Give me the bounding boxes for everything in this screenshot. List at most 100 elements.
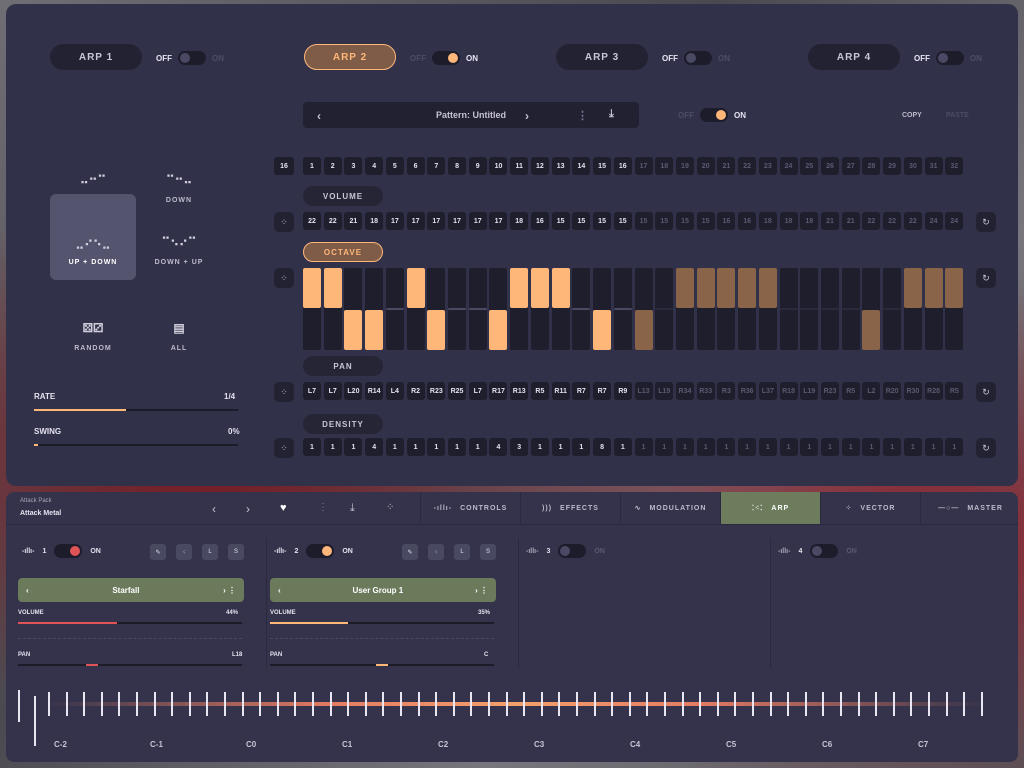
pan-step[interactable]: R13 bbox=[510, 382, 529, 400]
rate-slider[interactable] bbox=[34, 409, 238, 411]
arp-switch[interactable] bbox=[936, 51, 964, 65]
key[interactable] bbox=[382, 692, 385, 716]
key[interactable] bbox=[628, 692, 631, 716]
step-number[interactable]: 30 bbox=[903, 157, 922, 175]
step-number[interactable]: 20 bbox=[696, 157, 715, 175]
arp-3-toggle[interactable]: OFF ON bbox=[662, 51, 730, 65]
volume-step[interactable]: 21 bbox=[841, 212, 860, 230]
octave-step[interactable] bbox=[323, 268, 342, 350]
key[interactable] bbox=[593, 692, 596, 716]
mode-up-down[interactable]: ⣀⠔⠢⣀ UP + DOWN bbox=[50, 194, 136, 280]
arp-tab-2[interactable]: ARP 2 bbox=[304, 44, 396, 70]
layer-1-preset[interactable]: ‹ Starfall › ⋮ bbox=[18, 578, 244, 602]
octave-step[interactable] bbox=[448, 268, 467, 350]
volume-step[interactable]: 24 bbox=[945, 212, 964, 230]
density-step[interactable]: 1 bbox=[821, 438, 839, 456]
tab-controls[interactable]: -ıllı- CONTROLS bbox=[420, 492, 520, 524]
step-number[interactable]: 2 bbox=[323, 157, 342, 175]
density-step[interactable]: 1 bbox=[696, 438, 715, 456]
octave-step[interactable] bbox=[758, 268, 777, 350]
layer-pan-slider[interactable] bbox=[18, 664, 242, 666]
octave-step[interactable] bbox=[675, 268, 694, 350]
octave-step[interactable] bbox=[655, 268, 674, 350]
step-number[interactable]: 22 bbox=[738, 157, 757, 175]
pan-step[interactable]: L19 bbox=[800, 382, 819, 400]
density-step[interactable]: 1 bbox=[530, 438, 549, 456]
octave-step[interactable] bbox=[717, 268, 736, 350]
density-step[interactable]: 1 bbox=[924, 438, 943, 456]
key[interactable] bbox=[646, 692, 649, 716]
pan-step[interactable]: R14 bbox=[365, 382, 384, 400]
pan-step[interactable]: R23 bbox=[821, 382, 839, 400]
step-number[interactable]: 26 bbox=[821, 157, 839, 175]
volume-step[interactable]: 17 bbox=[406, 212, 425, 230]
volume-step[interactable]: 18 bbox=[779, 212, 798, 230]
density-randomize-icon[interactable]: ⁘ bbox=[274, 438, 294, 458]
octave-step[interactable] bbox=[800, 268, 819, 350]
density-step[interactable]: 1 bbox=[717, 438, 736, 456]
volume-step[interactable]: 22 bbox=[323, 212, 342, 230]
density-step[interactable]: 1 bbox=[406, 438, 425, 456]
octave-reset-icon[interactable]: ↻ bbox=[976, 268, 996, 288]
step-number[interactable]: 21 bbox=[717, 157, 736, 175]
density-step[interactable]: 1 bbox=[303, 438, 321, 456]
key[interactable] bbox=[347, 692, 350, 716]
octave-step[interactable] bbox=[530, 268, 549, 350]
arp-switch[interactable] bbox=[432, 51, 460, 65]
layer-2-switch[interactable] bbox=[306, 544, 335, 558]
lane-octave[interactable]: OCTAVE bbox=[303, 242, 383, 262]
volume-step[interactable]: 17 bbox=[448, 212, 467, 230]
pan-step[interactable]: R20 bbox=[883, 382, 902, 400]
octave-step[interactable] bbox=[593, 268, 612, 350]
octave-step[interactable] bbox=[696, 268, 715, 350]
volume-step[interactable]: 21 bbox=[344, 212, 363, 230]
step-number[interactable]: 1 bbox=[303, 157, 321, 175]
pattern-switch[interactable] bbox=[700, 108, 728, 122]
density-step[interactable]: 1 bbox=[323, 438, 342, 456]
density-step[interactable]: 1 bbox=[841, 438, 860, 456]
step-number[interactable]: 12 bbox=[530, 157, 549, 175]
arp-2-toggle[interactable]: OFF ON bbox=[410, 51, 478, 65]
pan-step[interactable]: R34 bbox=[675, 382, 694, 400]
key[interactable] bbox=[910, 692, 913, 716]
density-step[interactable]: 3 bbox=[510, 438, 529, 456]
density-step[interactable]: 1 bbox=[738, 438, 757, 456]
step-number[interactable]: 7 bbox=[427, 157, 446, 175]
key[interactable] bbox=[329, 692, 332, 716]
solo-button[interactable]: S bbox=[228, 544, 244, 560]
key[interactable] bbox=[734, 692, 737, 716]
step-number[interactable]: 11 bbox=[510, 157, 529, 175]
key[interactable] bbox=[558, 692, 561, 716]
key[interactable] bbox=[417, 692, 420, 716]
key[interactable] bbox=[787, 692, 790, 716]
octave-randomize-icon[interactable]: ⁘ bbox=[274, 268, 294, 288]
volume-step[interactable]: 22 bbox=[883, 212, 902, 230]
edit-icon[interactable]: ✎ bbox=[150, 544, 166, 560]
key[interactable] bbox=[224, 692, 226, 716]
pan-step[interactable]: L20 bbox=[344, 382, 363, 400]
key[interactable] bbox=[540, 692, 543, 716]
preset-name[interactable]: Attack Metal bbox=[20, 510, 61, 517]
volume-step[interactable]: 16 bbox=[717, 212, 736, 230]
key[interactable] bbox=[804, 692, 807, 716]
pan-reset-icon[interactable]: ↻ bbox=[976, 382, 996, 402]
chevron-right-icon[interactable]: › ⋮ bbox=[223, 586, 236, 595]
step-number[interactable]: 18 bbox=[655, 157, 674, 175]
density-step[interactable]: 1 bbox=[758, 438, 777, 456]
octave-step[interactable] bbox=[344, 268, 363, 350]
arp-tab-4[interactable]: ARP 4 bbox=[808, 44, 900, 70]
density-step[interactable]: 1 bbox=[800, 438, 819, 456]
key[interactable] bbox=[364, 692, 367, 716]
more-icon[interactable]: ⋮ bbox=[318, 502, 328, 513]
step-number[interactable]: 6 bbox=[406, 157, 425, 175]
pan-step[interactable]: R33 bbox=[696, 382, 715, 400]
density-step[interactable]: 1 bbox=[903, 438, 922, 456]
key[interactable] bbox=[875, 692, 878, 716]
key[interactable] bbox=[892, 692, 895, 716]
layer-volume-slider[interactable] bbox=[18, 622, 242, 624]
chevron-right-icon[interactable]: › ⋮ bbox=[475, 586, 488, 595]
key[interactable] bbox=[716, 692, 719, 716]
key[interactable] bbox=[945, 692, 948, 716]
key[interactable] bbox=[523, 692, 526, 716]
pan-step[interactable]: L4 bbox=[385, 382, 404, 400]
